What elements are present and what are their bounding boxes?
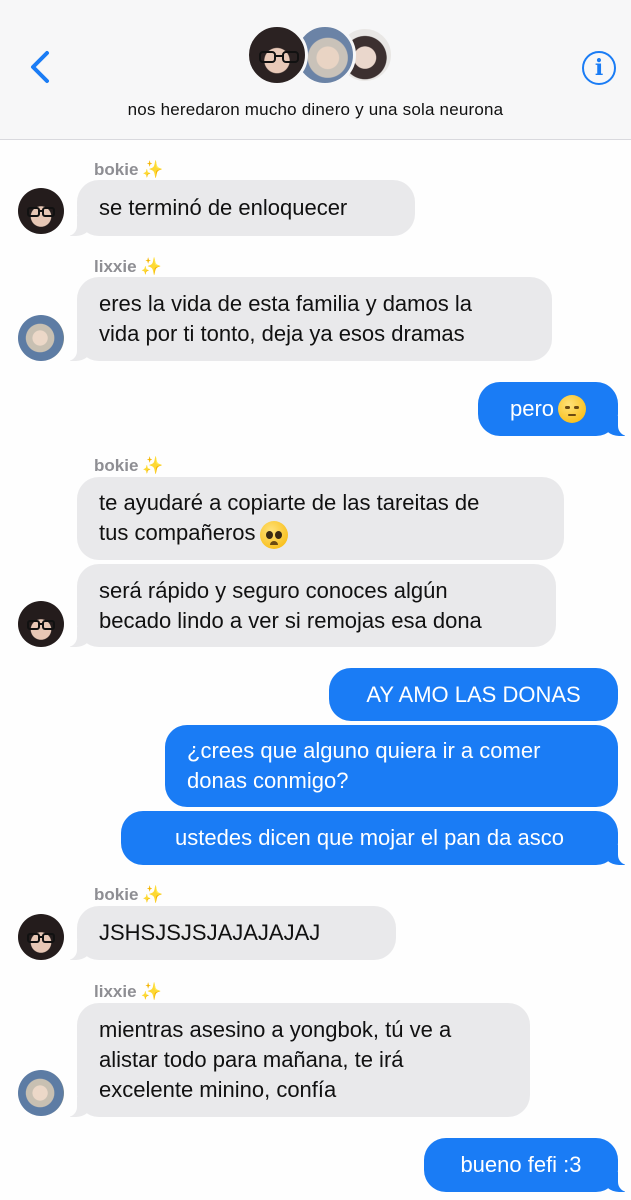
sender-name: lixxie (94, 257, 137, 276)
chevron-left-icon (31, 51, 49, 83)
incoming-message-bubble[interactable]: mientras asesino a yongbok, tú ve a alis… (67, 1003, 530, 1117)
sender-avatar[interactable] (18, 315, 64, 361)
sparkle-icon: ✨ (140, 982, 162, 1001)
incoming-message-bubble[interactable]: eres la vida de esta familia y damos la … (67, 277, 552, 361)
sender-label: bokie ✨ (94, 885, 164, 905)
messages-app: i nos heredaron mucho dinero y una sola … (0, 0, 631, 1200)
outgoing-message-bubble[interactable]: AY AMO LAS DONAS (329, 668, 618, 721)
message-text-line: te ayudaré a copiarte de las tareitas de (99, 490, 480, 516)
outgoing-message-bubble[interactable]: pero (478, 382, 628, 436)
sparkle-icon: ✨ (142, 456, 164, 475)
glasses-icon (27, 207, 55, 217)
message-text-line: becado lindo a ver si remojas esa dona (99, 607, 482, 633)
message-text-line: mientras asesino a yongbok, tú ve a (99, 1017, 452, 1042)
info-icon: i (594, 55, 604, 81)
message-text-line: excelente minino, confía (99, 1077, 337, 1102)
sender-name: lixxie (94, 982, 137, 1001)
sparkle-icon: ✨ (142, 160, 164, 179)
message-text: bueno fefi :3 (460, 1152, 582, 1177)
group-name: nos heredaron mucho dinero y una sola ne… (127, 100, 504, 119)
message-text-line: vida por ti tonto, deja ya esos dramas (99, 321, 465, 346)
message-text: pero (509, 396, 555, 421)
glasses-icon (27, 620, 55, 630)
message-text-line: donas conmigo? (187, 768, 349, 793)
sender-avatar[interactable] (18, 188, 64, 234)
message-text-line: eres la vida de esta familia y damos la (99, 291, 472, 316)
message-text: tus compañeros (99, 520, 256, 546)
sender-name: bokie (94, 456, 139, 475)
incoming-message-bubble[interactable]: se terminó de enloquecer (67, 180, 415, 236)
message-text-line: ¿crees que alguno quiera ir a comer (187, 738, 541, 763)
incoming-message-bubble[interactable]: te ayudaré a copiarte de las tareitas de… (77, 477, 564, 560)
outgoing-message-bubble[interactable]: ustedes dicen que mojar el pan da asco (121, 811, 628, 865)
incoming-message-bubble[interactable]: será rápido y seguro conoces algún becad… (67, 564, 556, 647)
message-text: ustedes dicen que mojar el pan da asco (175, 825, 564, 850)
sender-name: bokie (94, 885, 139, 904)
outgoing-message-bubble[interactable]: ¿crees que alguno quiera ir a comer dona… (165, 725, 618, 807)
sender-label: lixxie ✨ (94, 257, 162, 277)
sender-avatar[interactable] (18, 601, 64, 647)
message-text-line: será rápido y seguro conoces algún (99, 577, 448, 603)
sender-avatar[interactable] (18, 1070, 64, 1116)
back-button[interactable] (20, 42, 60, 92)
conversation-header: i nos heredaron mucho dinero y una sola … (0, 0, 631, 140)
message-text: JSHSJSJSJAJAJAJAJ (99, 920, 321, 945)
sender-label: lixxie ✨ (94, 982, 162, 1002)
sparkle-icon: ✨ (142, 885, 164, 904)
message-text-line: tus compañeros (99, 518, 288, 549)
message-text-line: alistar todo para mañana, te irá (99, 1047, 404, 1072)
pensive-face-icon (558, 395, 587, 423)
sender-label: bokie ✨ (94, 160, 164, 180)
glasses-icon (259, 51, 299, 63)
sender-label: bokie ✨ (94, 456, 164, 476)
incoming-message-bubble[interactable]: JSHSJSJSJAJAJAJAJ (67, 906, 396, 960)
pleading-face-icon (259, 520, 288, 549)
sender-name: bokie (94, 160, 139, 179)
message-text: se terminó de enloquecer (99, 195, 348, 220)
group-avatar-stack[interactable] (246, 24, 396, 88)
sender-avatar[interactable] (18, 914, 64, 960)
sparkle-icon: ✨ (140, 257, 162, 276)
info-button[interactable]: i (582, 51, 616, 85)
group-member-avatar (246, 24, 308, 86)
message-text: AY AMO LAS DONAS (366, 681, 581, 707)
glasses-icon (27, 933, 55, 943)
outgoing-message-bubble[interactable]: bueno fefi :3 (424, 1138, 628, 1192)
